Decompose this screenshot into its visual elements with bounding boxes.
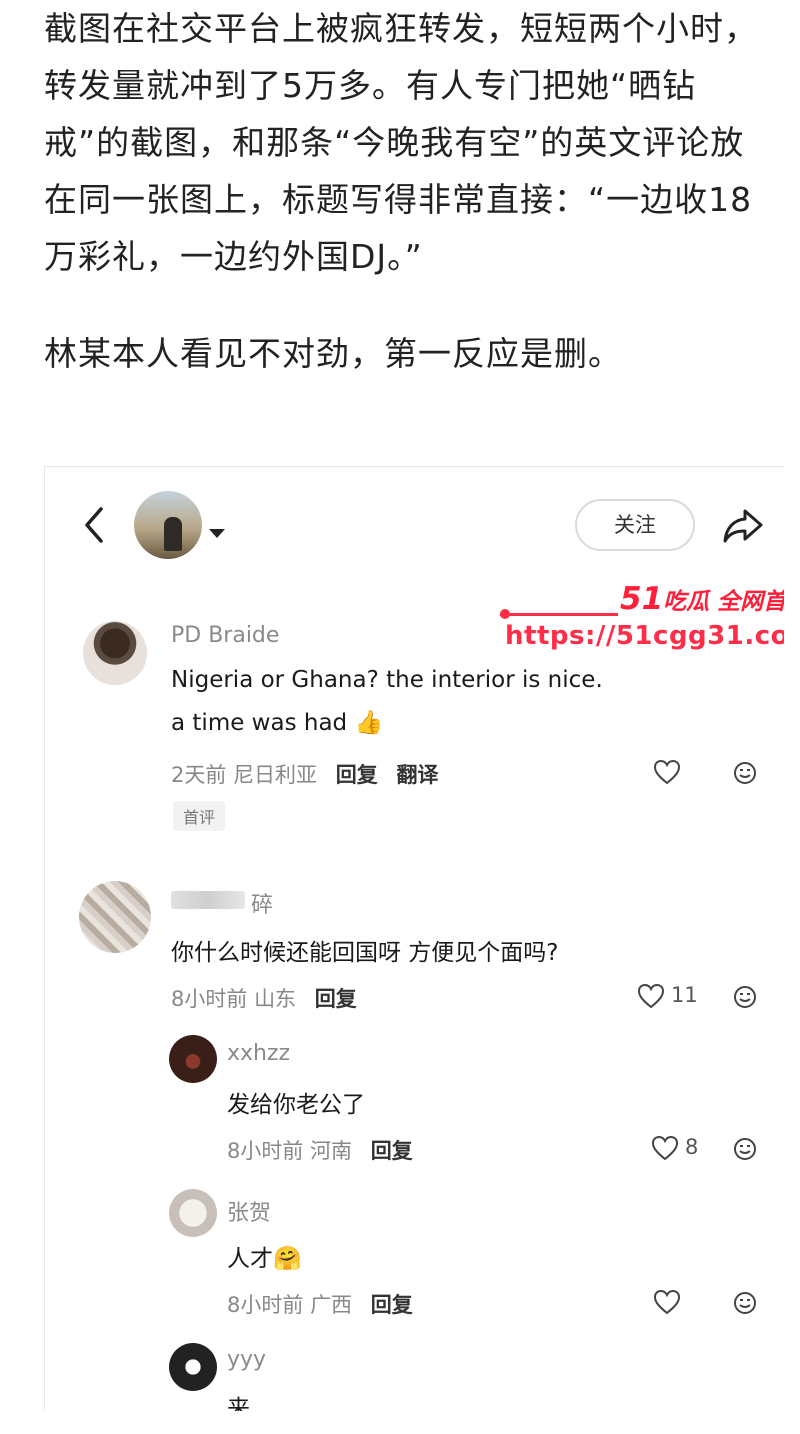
comment-location: 山东	[254, 987, 297, 1011]
comment-location: 尼日利亚	[233, 763, 318, 787]
comment-meta: 8小时前 山东 回复	[171, 983, 357, 1013]
reply-meta: 8小时前 河南 回复	[227, 1135, 413, 1165]
post-header: 关注	[45, 467, 784, 582]
comment-time: 8小时前	[171, 987, 248, 1011]
reply-avatar[interactable]	[169, 1189, 217, 1237]
reply-location: 河南	[310, 1139, 353, 1163]
smile-face-icon[interactable]	[733, 985, 757, 1009]
reply-avatar[interactable]	[169, 1343, 217, 1391]
watermark-brand: 51吃瓜 全网首发	[620, 581, 784, 617]
reply-button[interactable]: 回复	[336, 763, 378, 787]
translate-button[interactable]: 翻译	[396, 763, 438, 787]
embedded-screenshot: 关注 51吃瓜 全网首发 https://51cgg31.com PD Brai…	[44, 466, 784, 1411]
caret-down-icon[interactable]	[209, 529, 225, 538]
smile-face-icon[interactable]	[733, 761, 757, 785]
reply-button[interactable]: 回复	[371, 1293, 413, 1317]
reply-text: 人才🤗	[227, 1246, 302, 1272]
watermark-url: https://51cgg31.com	[505, 621, 784, 651]
reply-button[interactable]: 回复	[371, 1139, 413, 1163]
watermark-line	[500, 613, 618, 616]
reply-username[interactable]: xxhzz	[227, 1041, 290, 1066]
reply-username[interactable]: 张贺	[227, 1195, 271, 1227]
site-watermark: 51吃瓜 全网首发 https://51cgg31.com	[500, 581, 784, 661]
comment-username[interactable]: PD Braide	[171, 623, 279, 648]
like-count: 8	[685, 1135, 699, 1159]
reply-text: 来	[227, 1396, 250, 1411]
reply-avatar[interactable]	[169, 1035, 217, 1083]
follow-button[interactable]: 关注	[575, 499, 695, 551]
comment-text: 你什么时候还能回国呀 方便见个面吗?	[171, 940, 559, 966]
author-avatar[interactable]	[134, 491, 202, 559]
comment-time: 2天前	[171, 763, 227, 787]
comment-avatar[interactable]	[79, 881, 151, 953]
heart-outline-icon[interactable]	[637, 983, 665, 1009]
heart-outline-icon[interactable]	[651, 1135, 679, 1161]
watermark-brand-number: 51	[620, 581, 664, 617]
reply-meta: 8小时前 广西 回复	[227, 1289, 413, 1319]
comment-text: Nigeria or Ghana? the interior is nice.	[171, 667, 603, 693]
reply-username[interactable]: yyy	[227, 1347, 266, 1372]
share-arrow-icon[interactable]	[721, 505, 765, 545]
watermark-brand-text: 吃瓜 全网首发	[663, 589, 784, 615]
comment-text: a time was had 👍	[171, 710, 384, 736]
article-paragraph-2: 林某本人看见不对劲，第一反应是删。	[44, 334, 622, 373]
comment-meta: 2天前 尼日利亚 回复 翻译	[171, 759, 438, 789]
back-chevron-icon[interactable]	[79, 505, 109, 545]
like-count: 11	[671, 983, 698, 1007]
reply-text: 发给你老公了	[227, 1092, 365, 1118]
reply-time: 8小时前	[227, 1293, 304, 1317]
reply-location: 广西	[310, 1293, 353, 1317]
heart-outline-icon[interactable]	[653, 759, 681, 785]
comment-username[interactable]: 碎	[251, 887, 273, 919]
smile-face-icon[interactable]	[733, 1137, 757, 1161]
article-paragraph-1: 截图在社交平台上被疯狂转发，短短两个小时，转发量就冲到了5万多。有人专门把她“晒…	[44, 9, 758, 276]
reply-button[interactable]: 回复	[315, 987, 357, 1011]
heart-outline-icon[interactable]	[653, 1289, 681, 1315]
article-body: 截图在社交平台上被疯狂转发，短短两个小时，转发量就冲到了5万多。有人专门把她“晒…	[44, 0, 764, 382]
first-comment-badge: 首评	[173, 801, 226, 831]
comment-avatar[interactable]	[83, 621, 147, 685]
reply-time: 8小时前	[227, 1139, 304, 1163]
smile-face-icon[interactable]	[733, 1291, 757, 1315]
blurred-username	[171, 891, 245, 909]
